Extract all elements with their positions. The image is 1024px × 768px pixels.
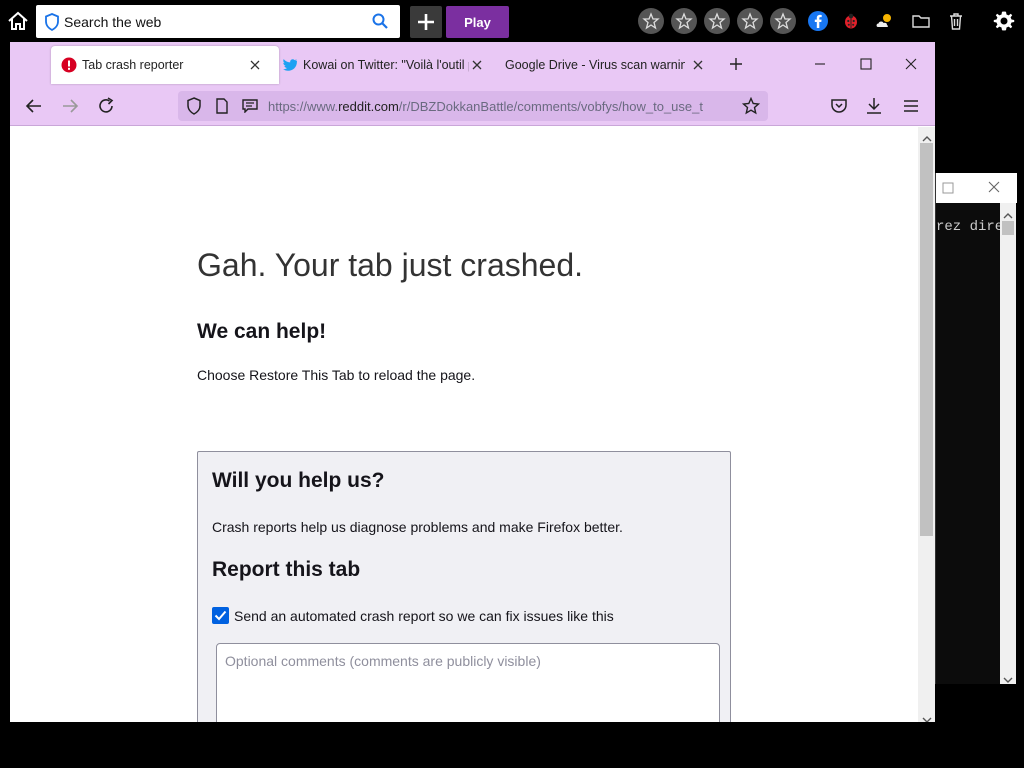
- terminal-text: rez dire: [936, 219, 1004, 235]
- shield-icon: [44, 13, 60, 32]
- panel-text: Crash reports help us diagnose problems …: [212, 519, 623, 535]
- tab-google-drive[interactable]: Google Drive - Virus scan warning: [493, 46, 713, 84]
- page-scrollbar[interactable]: [918, 127, 935, 722]
- help-text: Choose Restore This Tab to reload the pa…: [197, 367, 476, 383]
- gear-icon[interactable]: [991, 8, 1017, 34]
- close-tab-icon[interactable]: [246, 56, 264, 74]
- terminal-title-bar: [936, 173, 1017, 203]
- firefox-window: Tab crash reporter Kowai on Twitter: "Vo…: [10, 42, 935, 722]
- new-tab-button[interactable]: [722, 50, 750, 78]
- permissions-icon[interactable]: [238, 94, 262, 118]
- hamburger-menu-icon[interactable]: [899, 94, 923, 118]
- ladybug-icon[interactable]: [838, 8, 864, 34]
- play-button[interactable]: Play: [446, 6, 509, 38]
- bookmark-star-icon[interactable]: [739, 94, 763, 118]
- close-tab-icon[interactable]: [689, 56, 707, 74]
- maximize-button[interactable]: [852, 50, 880, 78]
- send-report-label[interactable]: Send an automated crash report so we can…: [234, 608, 614, 624]
- back-button[interactable]: [22, 94, 46, 118]
- crash-page: Gah. Your tab just crashed. We can help!…: [10, 127, 918, 722]
- weather-icon[interactable]: [872, 8, 898, 34]
- tab-label: Kowai on Twitter: "Voilà l'outil p: [303, 58, 469, 72]
- report-heading: Report this tab: [212, 558, 361, 581]
- star-icon[interactable]: [770, 8, 796, 34]
- comments-field[interactable]: [216, 643, 720, 722]
- terminal-window: rez dire: [935, 173, 1017, 684]
- page-info-icon[interactable]: [210, 94, 234, 118]
- facebook-icon[interactable]: [805, 8, 831, 34]
- tab-strip: Tab crash reporter Kowai on Twitter: "Vo…: [10, 42, 935, 86]
- scroll-down-icon[interactable]: [1003, 671, 1013, 689]
- minimize-button[interactable]: [806, 50, 834, 78]
- url-text[interactable]: https://www.reddit.com/r/DBZDokkanBattle…: [268, 99, 728, 114]
- close-tab-icon[interactable]: [468, 56, 486, 74]
- tab-crash-reporter[interactable]: Tab crash reporter: [51, 46, 279, 84]
- panel-heading: Will you help us?: [212, 469, 385, 492]
- tab-label: Google Drive - Virus scan warning: [505, 58, 685, 72]
- url-domain: reddit.com: [338, 99, 399, 114]
- scroll-down-icon[interactable]: [922, 711, 932, 722]
- trash-icon[interactable]: [943, 8, 969, 34]
- navigation-toolbar: https://www.reddit.com/r/DBZDokkanBattle…: [10, 86, 935, 126]
- tab-kowai-twitter[interactable]: Kowai on Twitter: "Voilà l'outil p: [281, 46, 491, 84]
- reload-button[interactable]: [94, 94, 118, 118]
- web-search-input[interactable]: [64, 11, 364, 33]
- star-icon[interactable]: [737, 8, 763, 34]
- pocket-icon[interactable]: [827, 94, 851, 118]
- url-bar[interactable]: https://www.reddit.com/r/DBZDokkanBattle…: [178, 91, 768, 121]
- tab-label: Tab crash reporter: [82, 58, 184, 72]
- crash-report-panel: Will you help us? Crash reports help us …: [197, 451, 731, 722]
- web-search-box: [36, 5, 400, 38]
- desktop-top-bar: Play: [0, 0, 1024, 42]
- forward-button[interactable]: [58, 94, 82, 118]
- close-icon[interactable]: [986, 179, 1002, 195]
- url-prefix: https://www.: [268, 99, 339, 114]
- downloads-icon[interactable]: [862, 94, 886, 118]
- maximize-icon[interactable]: [942, 181, 954, 194]
- scroll-thumb[interactable]: [920, 143, 933, 536]
- scroll-thumb[interactable]: [1002, 221, 1014, 235]
- page-title: Gah. Your tab just crashed.: [197, 247, 584, 283]
- error-icon: [61, 57, 77, 73]
- new-item-button[interactable]: [410, 6, 442, 38]
- close-window-button[interactable]: [897, 50, 925, 78]
- folder-icon[interactable]: [908, 8, 934, 34]
- star-icon[interactable]: [671, 8, 697, 34]
- help-heading: We can help!: [197, 320, 327, 343]
- send-report-checkbox[interactable]: [212, 607, 229, 624]
- star-icon[interactable]: [638, 8, 664, 34]
- twitter-icon: [282, 57, 298, 73]
- home-icon[interactable]: [6, 10, 30, 32]
- star-icon[interactable]: [704, 8, 730, 34]
- url-path: /r/DBZDokkanBattle/comments/vobfys/how_t…: [398, 99, 703, 114]
- search-icon[interactable]: [372, 13, 388, 29]
- terminal-scrollbar[interactable]: [1000, 203, 1016, 684]
- tracking-protection-shield-icon[interactable]: [182, 94, 206, 118]
